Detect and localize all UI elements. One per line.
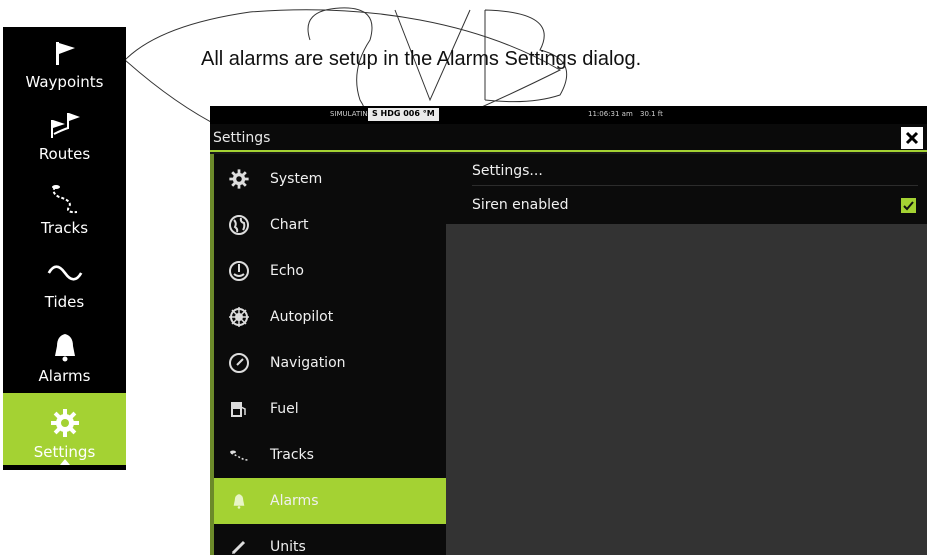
gear-icon xyxy=(222,168,256,190)
window-titlebar: Settings xyxy=(210,124,927,152)
heading-readout: S HDG 006 °M xyxy=(368,108,439,121)
toolbar-label: Routes xyxy=(38,145,91,163)
close-icon xyxy=(905,131,919,145)
toolbar-waypoints[interactable]: Waypoints xyxy=(3,27,126,95)
caret-up-icon xyxy=(60,459,70,465)
checkmark-icon xyxy=(903,201,914,211)
menu-item-label: Alarms xyxy=(270,493,319,509)
time-readout: 11:06:31 am xyxy=(588,110,633,118)
siren-enabled-row[interactable]: Siren enabled xyxy=(472,190,918,220)
toolbar-label: Tides xyxy=(44,293,85,311)
toolbar-tracks[interactable]: Tracks xyxy=(3,173,126,241)
settings-menu: System Chart Echo Autopilot Navigation F… xyxy=(210,154,446,555)
toolbar-label: Waypoints xyxy=(25,73,104,91)
menu-item-label: Fuel xyxy=(270,401,299,417)
settings-window: SIMULATING... S HDG 006 °M 11:06:31 am 3… xyxy=(210,106,927,555)
alarms-settings-panel: Settings... Siren enabled xyxy=(446,154,927,555)
helm-icon xyxy=(222,306,256,328)
status-bar: SIMULATING... S HDG 006 °M 11:06:31 am 3… xyxy=(210,106,927,124)
route-flags-icon xyxy=(47,107,83,143)
compass-icon xyxy=(222,352,256,374)
echo-icon xyxy=(222,260,256,282)
left-toolbar: Waypoints Routes Tracks Tides Alarms Set… xyxy=(3,27,126,470)
toolbar-settings[interactable]: Settings xyxy=(3,393,126,465)
menu-item-echo[interactable]: Echo xyxy=(214,248,446,294)
fuel-icon xyxy=(222,400,256,418)
depth-readout: 30.1 ft xyxy=(640,110,663,118)
menu-item-alarms[interactable]: Alarms xyxy=(214,478,446,524)
menu-item-label: Chart xyxy=(270,217,309,233)
toolbar-label: Alarms xyxy=(38,367,91,385)
menu-item-label: Autopilot xyxy=(270,309,334,325)
menu-item-system[interactable]: System xyxy=(214,156,446,202)
toolbar-tides[interactable]: Tides xyxy=(3,247,126,315)
track-icon xyxy=(47,181,83,217)
toolbar-alarms[interactable]: Alarms xyxy=(3,321,126,389)
menu-item-label: Tracks xyxy=(270,447,314,463)
siren-enabled-label: Siren enabled xyxy=(472,197,569,213)
bell-icon xyxy=(47,329,83,365)
globe-icon xyxy=(222,214,256,236)
window-title: Settings xyxy=(213,130,271,146)
menu-item-units[interactable]: Units xyxy=(214,524,446,555)
flag-icon xyxy=(47,35,83,71)
siren-enabled-checkbox[interactable] xyxy=(901,198,916,213)
menu-item-chart[interactable]: Chart xyxy=(214,202,446,248)
toolbar-label: Tracks xyxy=(40,219,89,237)
menu-item-autopilot[interactable]: Autopilot xyxy=(214,294,446,340)
close-button[interactable] xyxy=(901,127,923,149)
caption-text: All alarms are setup in the Alarms Setti… xyxy=(201,48,642,70)
pencil-icon xyxy=(222,538,256,555)
menu-item-navigation[interactable]: Navigation xyxy=(214,340,446,386)
menu-item-tracks[interactable]: Tracks xyxy=(214,432,446,478)
menu-item-label: Units xyxy=(270,539,306,555)
settings-link-label: Settings... xyxy=(472,162,543,179)
settings-link-row[interactable]: Settings... xyxy=(472,156,918,186)
wave-icon xyxy=(47,255,83,291)
menu-item-label: System xyxy=(270,171,323,187)
gear-icon xyxy=(47,405,83,441)
menu-item-label: Navigation xyxy=(270,355,346,371)
toolbar-routes[interactable]: Routes xyxy=(3,99,126,167)
menu-item-fuel[interactable]: Fuel xyxy=(214,386,446,432)
track-icon xyxy=(222,448,256,462)
menu-item-label: Echo xyxy=(270,263,304,279)
bell-icon xyxy=(222,493,256,509)
